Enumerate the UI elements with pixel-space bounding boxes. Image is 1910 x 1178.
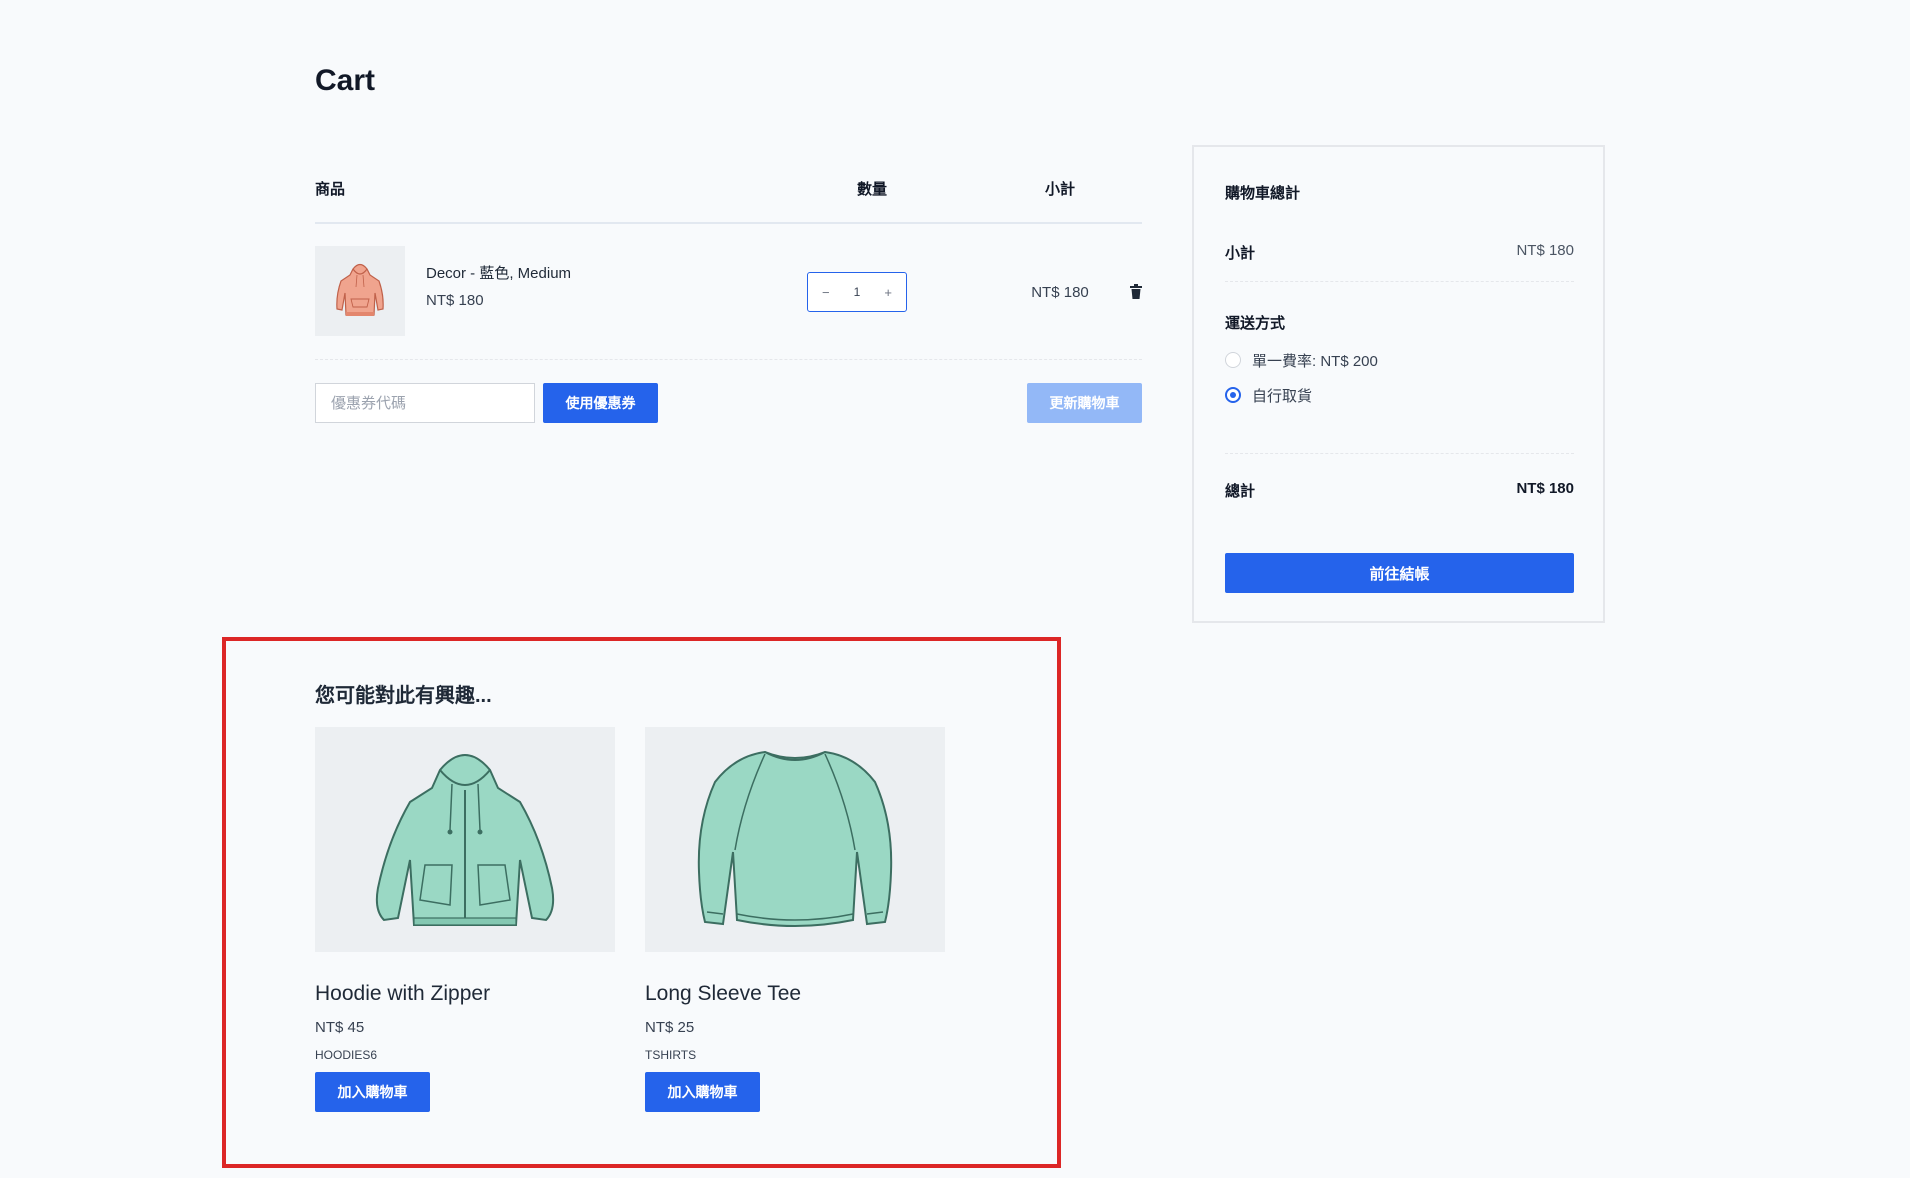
product-price: NT$ 25 [645, 1019, 695, 1036]
column-header-quantity: 數量 [856, 181, 887, 198]
cart-totals-panel: 購物車總計 小計 NT$ 180 運送方式 單一費率: NT$ 200 自行取貨… [1192, 145, 1605, 623]
recommendations-section: 您可能對此有興趣... Hoodie with Zipper NT$ 45 HO… [222, 637, 1061, 1168]
product-category: TSHIRTS [645, 1048, 697, 1062]
hoodie-with-zipper-image [375, 753, 555, 926]
cart-item-thumbnail[interactable] [315, 246, 405, 336]
add-to-cart-button[interactable]: 加入購物車 [645, 1072, 760, 1112]
subtotal-row: 小計 NT$ 180 [1225, 242, 1574, 282]
cart-item-line-total: NT$ 180 [1031, 284, 1089, 301]
quantity-value[interactable]: 1 [854, 285, 861, 299]
product-name[interactable]: Long Sleeve Tee [645, 982, 945, 1006]
product-card: Hoodie with Zipper NT$ 45 HOODIES6 加入購物車 [315, 727, 615, 1112]
shipping-option-local-pickup[interactable]: 自行取貨 [1225, 385, 1312, 405]
product-name[interactable]: Hoodie with Zipper [315, 982, 615, 1006]
page-title: Cart [315, 64, 376, 97]
quantity-stepper[interactable]: − 1 + [807, 272, 907, 312]
shipping-method-title: 運送方式 [1225, 315, 1286, 332]
shipping-option-label: 自行取貨 [1252, 387, 1313, 405]
column-header-subtotal: 小計 [1044, 181, 1075, 198]
add-to-cart-button[interactable]: 加入購物車 [315, 1072, 430, 1112]
radio-button[interactable] [1225, 352, 1241, 368]
subtotal-label: 小計 [1225, 245, 1256, 262]
product-image-link[interactable] [315, 727, 615, 952]
update-cart-button[interactable]: 更新購物車 [1027, 383, 1142, 423]
subtotal-value: NT$ 180 [1516, 242, 1574, 259]
cart-table: 商品 數量 小計 Decor - 藍色, Medium NT$ 180 − 1 … [315, 170, 1142, 450]
hoodie-thumbnail-image [336, 263, 384, 316]
apply-coupon-button[interactable]: 使用優惠券 [543, 383, 658, 423]
total-label: 總計 [1225, 483, 1256, 500]
product-card: Long Sleeve Tee NT$ 25 TSHIRTS 加入購物車 [645, 727, 945, 1112]
cart-table-header: 商品 數量 小計 [315, 170, 1142, 224]
recommendations-title: 您可能對此有興趣... [315, 685, 492, 707]
trash-icon[interactable] [1130, 284, 1142, 300]
divider [1225, 453, 1574, 454]
cart-item-row: Decor - 藍色, Medium NT$ 180 − 1 + NT$ 180 [315, 224, 1142, 360]
plus-icon[interactable]: + [884, 285, 892, 300]
product-price: NT$ 45 [315, 1019, 365, 1036]
cart-totals-title: 購物車總計 [1225, 185, 1301, 202]
minus-icon[interactable]: − [822, 285, 830, 300]
proceed-to-checkout-button[interactable]: 前往結帳 [1225, 553, 1574, 593]
long-sleeve-tee-image [697, 750, 893, 927]
radio-button-selected[interactable] [1225, 387, 1241, 403]
product-image-link[interactable] [645, 727, 945, 952]
shipping-option-flat-rate[interactable]: 單一費率: NT$ 200 [1225, 350, 1378, 370]
cart-item-name[interactable]: Decor - 藍色, Medium [426, 262, 571, 283]
shipping-option-label: 單一費率: NT$ 200 [1252, 352, 1378, 370]
cart-item-price: NT$ 180 [426, 292, 484, 309]
coupon-code-input[interactable] [315, 383, 535, 423]
order-total-row: 總計 NT$ 180 [1225, 480, 1574, 501]
product-category: HOODIES6 [315, 1048, 378, 1062]
total-value: NT$ 180 [1516, 480, 1574, 497]
coupon-row: 使用優惠券 更新購物車 [315, 360, 1142, 450]
column-header-product: 商品 [315, 181, 346, 198]
